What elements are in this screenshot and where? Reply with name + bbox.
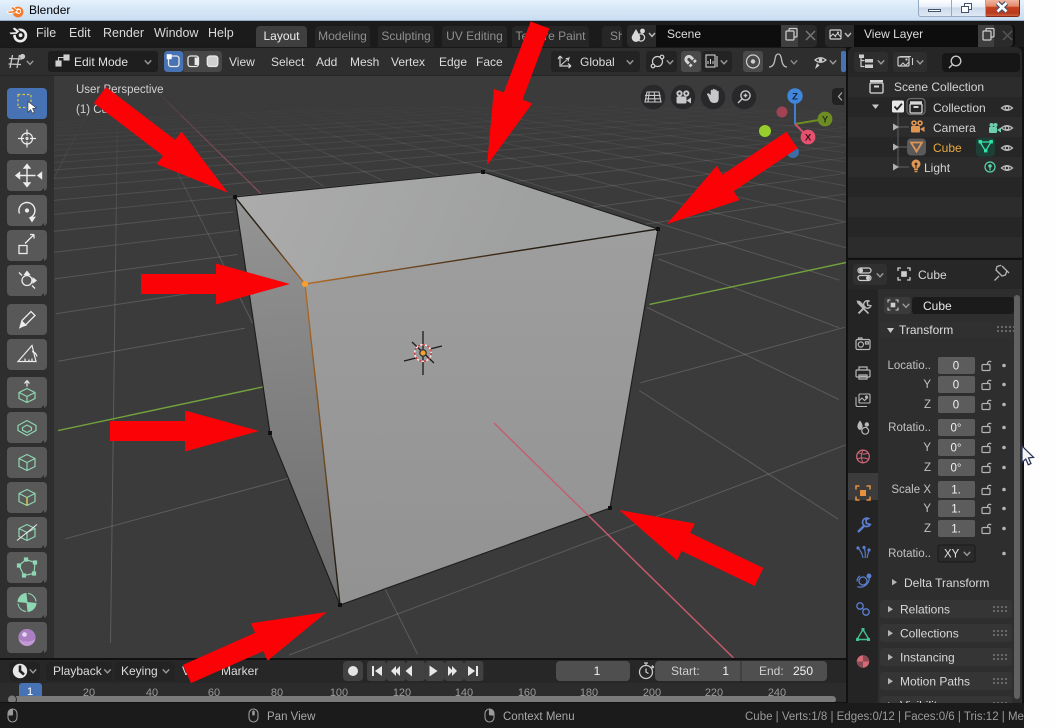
svg-text:Y: Y bbox=[923, 442, 931, 454]
svg-text:Start:: Start: bbox=[671, 664, 700, 678]
svg-text:View: View bbox=[229, 55, 255, 69]
svg-text:Y: Y bbox=[923, 503, 931, 515]
svg-text:Cube: Cube bbox=[918, 268, 947, 282]
svg-text:0: 0 bbox=[953, 400, 959, 412]
svg-text:Instancing: Instancing bbox=[900, 651, 955, 665]
svg-text:Global: Global bbox=[580, 55, 615, 69]
svg-text:Mesh: Mesh bbox=[350, 55, 379, 69]
svg-text:Pan View: Pan View bbox=[267, 711, 316, 723]
svg-text:0: 0 bbox=[953, 380, 959, 392]
svg-text:0°: 0° bbox=[951, 443, 962, 455]
svg-text:Collections: Collections bbox=[900, 627, 959, 641]
svg-text:Cube | Verts:1/8 | Edges:0/12: Cube | Verts:1/8 | Edges:0/12 | Faces:0/… bbox=[745, 711, 1024, 723]
svg-text:Collection: Collection bbox=[933, 101, 986, 115]
svg-text:View: View bbox=[182, 664, 208, 678]
svg-text:Light: Light bbox=[924, 161, 951, 175]
svg-text:Z: Z bbox=[792, 92, 798, 103]
svg-text:Marker: Marker bbox=[221, 664, 258, 678]
svg-text:Y: Y bbox=[923, 379, 931, 391]
svg-text:Delta Transform: Delta Transform bbox=[904, 576, 989, 590]
svg-text:Camera: Camera bbox=[933, 121, 976, 135]
svg-text:Motion Paths: Motion Paths bbox=[900, 675, 970, 689]
svg-text:1: 1 bbox=[722, 664, 729, 678]
svg-text:Scale X: Scale X bbox=[891, 484, 931, 496]
svg-text:Y: Y bbox=[822, 115, 829, 126]
svg-text:Keying: Keying bbox=[121, 664, 158, 678]
svg-text:Relations: Relations bbox=[900, 603, 950, 617]
svg-text:0°: 0° bbox=[951, 463, 962, 475]
svg-text:Select: Select bbox=[271, 55, 305, 69]
svg-text:Add: Add bbox=[316, 55, 337, 69]
svg-text:0°: 0° bbox=[951, 423, 962, 435]
svg-text:Vertex: Vertex bbox=[391, 55, 425, 69]
svg-text:Rotatio..: Rotatio.. bbox=[888, 422, 931, 434]
svg-text:Playback: Playback bbox=[53, 664, 103, 678]
svg-text:1.: 1. bbox=[951, 504, 961, 516]
svg-text:Locatio..: Locatio.. bbox=[888, 360, 931, 372]
svg-text:250: 250 bbox=[793, 664, 813, 678]
svg-text:End:: End: bbox=[759, 664, 784, 678]
svg-text:Edit Mode: Edit Mode bbox=[74, 55, 128, 69]
svg-text:XY: XY bbox=[944, 549, 960, 561]
svg-text:1: 1 bbox=[594, 664, 601, 678]
svg-text:Z: Z bbox=[924, 523, 931, 535]
svg-text:1.: 1. bbox=[951, 524, 961, 536]
svg-text:1.: 1. bbox=[951, 485, 961, 497]
svg-text:Edge: Edge bbox=[439, 55, 467, 69]
svg-text:Rotatio..: Rotatio.. bbox=[888, 548, 931, 560]
svg-text:0: 0 bbox=[953, 361, 959, 373]
svg-text:X: X bbox=[805, 133, 812, 144]
svg-text:Context Menu: Context Menu bbox=[503, 711, 575, 723]
svg-text:Z: Z bbox=[924, 399, 931, 411]
svg-text:Transform: Transform bbox=[899, 323, 953, 337]
svg-text:Cube: Cube bbox=[933, 141, 962, 155]
svg-text:Scene Collection: Scene Collection bbox=[894, 80, 984, 94]
svg-text:Z: Z bbox=[924, 462, 931, 474]
svg-text:Cube: Cube bbox=[923, 299, 952, 313]
svg-text:Face: Face bbox=[476, 55, 503, 69]
